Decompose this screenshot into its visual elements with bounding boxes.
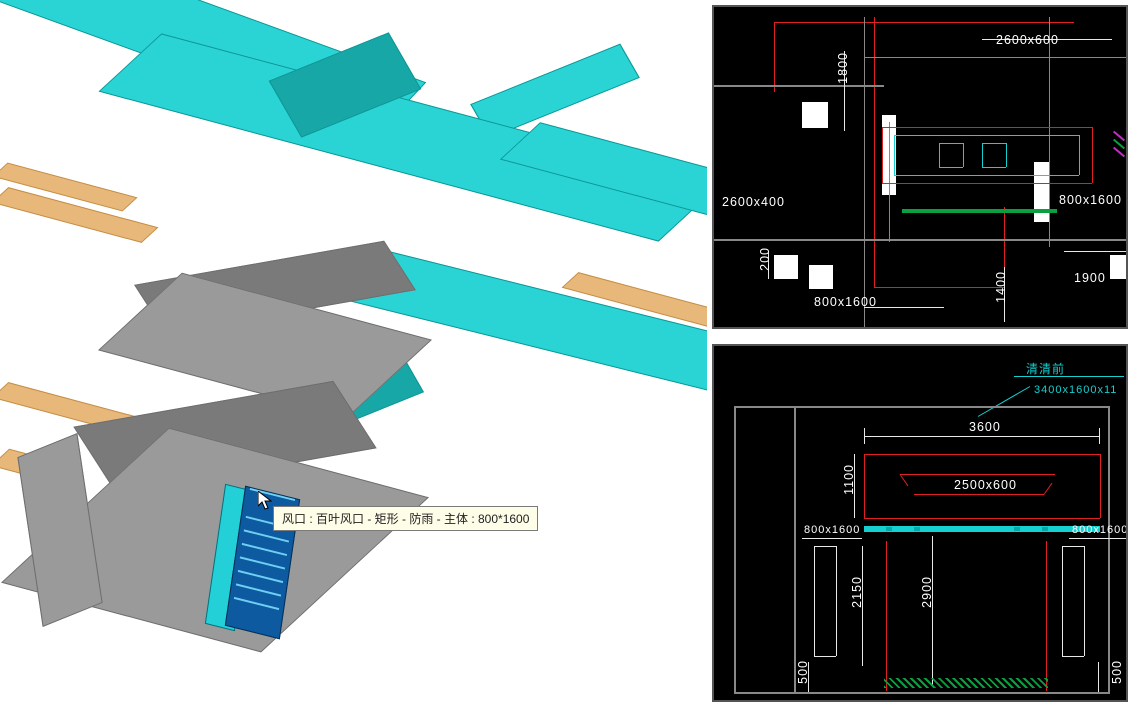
cad-section-view[interactable]: 清清前 3400x1600x11 3600 2500x600 1100 800x… (712, 344, 1128, 702)
dim-label: 1900 (1074, 271, 1106, 285)
cursor-icon (258, 491, 272, 511)
dim-label: 3600 (969, 420, 1001, 434)
cad-plan-view[interactable]: 2600x600 1800 2600x400 800x1600 200 800x… (712, 5, 1128, 329)
dim-label: 500 (1110, 660, 1124, 684)
dim-label: 1100 (842, 464, 856, 495)
dim-label: 1400 (994, 271, 1008, 303)
viewport-3d[interactable]: 风口 : 百叶风口 - 矩形 - 防雨 - 主体 : 800*1600 (0, 0, 707, 708)
dim-label: 2150 (850, 576, 864, 608)
dim-label: 1800 (836, 52, 850, 84)
dim-label: 800x1600 (1072, 524, 1128, 536)
note-label: 清清前 (1026, 360, 1065, 377)
dim-label: 2600x400 (722, 195, 785, 209)
dim-label: 500 (796, 660, 810, 684)
dim-label: 800x1600 (1059, 193, 1122, 207)
dim-label: 2500x600 (954, 478, 1017, 492)
ahu-unit[interactable] (17, 433, 102, 627)
dim-label: 200 (758, 247, 772, 271)
dim-label: 800x1600 (814, 295, 877, 309)
dim-label: 2900 (920, 576, 934, 608)
dim-label: 3400x1600x11 (1034, 384, 1117, 396)
dim-label: 800x1600 (804, 524, 860, 536)
dim-label: 2600x600 (996, 33, 1059, 47)
element-tooltip: 风口 : 百叶风口 - 矩形 - 防雨 - 主体 : 800*1600 (273, 506, 538, 531)
